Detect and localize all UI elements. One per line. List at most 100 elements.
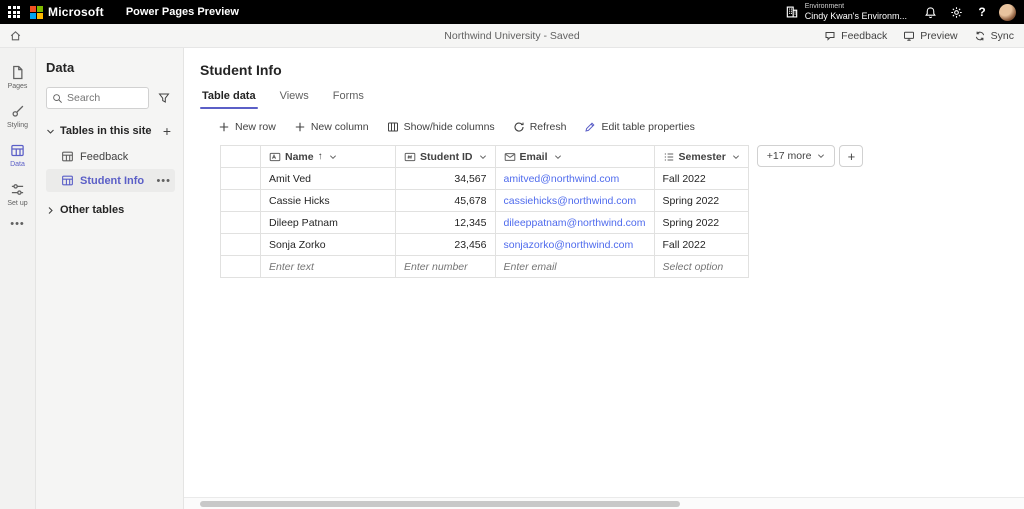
email-link[interactable]: amitved@northwind.com (504, 173, 620, 185)
more-actions-icon[interactable]: ••• (156, 175, 171, 187)
student-id-cell[interactable]: 12,345 (395, 211, 496, 234)
rail-item-label: Data (10, 161, 25, 168)
edit-table-properties-label: Edit table properties (601, 121, 695, 133)
tab-bar: Table data Views Forms (200, 87, 1024, 109)
tab-table-data[interactable]: Table data (200, 87, 258, 109)
column-header-student-id[interactable]: Student ID (395, 145, 496, 168)
edit-table-properties-button[interactable]: Edit table properties (584, 121, 695, 133)
row-selector-cell[interactable] (220, 255, 261, 278)
preview-button[interactable]: Preview (903, 30, 958, 42)
semester-cell[interactable]: Spring 2022 (653, 211, 749, 234)
student-id-placeholder-cell[interactable]: Enter number (395, 255, 496, 278)
sync-button[interactable]: Sync (974, 30, 1014, 42)
email-placeholder-cell[interactable]: Enter email (494, 255, 655, 278)
rail-item-setup[interactable]: Set up (0, 175, 35, 214)
main-panel: Student Info Table data Views Forms New … (184, 48, 1024, 509)
table-list-item-student-info[interactable]: Student Info ••• (46, 169, 175, 192)
student-id-cell[interactable]: 45,678 (395, 189, 496, 212)
new-row-placeholder[interactable]: Enter text Enter number Enter email Sele… (220, 255, 749, 278)
data-grid-wrapper: Name ↑ Student ID Email Semester Amit Ve… (220, 145, 1024, 278)
table-item-label: Student Info (80, 174, 145, 187)
command-bar: Northwind University - Saved Feedback Pr… (0, 24, 1024, 48)
email-link[interactable]: cassiehicks@northwind.com (504, 195, 637, 207)
table-row[interactable]: Dileep Patnam 12,345 dileeppatnam@northw… (220, 211, 749, 234)
add-column-button[interactable]: + (839, 145, 864, 167)
help-button[interactable]: ? (969, 0, 995, 24)
search-box (46, 87, 149, 109)
semester-cell[interactable]: Fall 2022 (653, 233, 749, 256)
refresh-button[interactable]: Refresh (513, 121, 566, 133)
plus-icon (294, 121, 306, 133)
rail-item-styling[interactable]: Styling (0, 97, 35, 136)
tables-section-header[interactable]: Tables in this site + (46, 123, 175, 139)
column-header-email[interactable]: Email (494, 145, 655, 168)
more-columns-button[interactable]: +17 more (756, 145, 836, 167)
new-row-button[interactable]: New row (218, 121, 276, 133)
notifications-button[interactable] (917, 0, 943, 24)
add-table-button[interactable]: + (159, 123, 175, 139)
settings-button[interactable] (943, 0, 969, 24)
rail-item-data[interactable]: Data (0, 136, 35, 175)
email-cell[interactable]: dileeppatnam@northwind.com (494, 211, 655, 234)
columns-icon (387, 121, 399, 133)
rail-item-pages[interactable]: Pages (0, 58, 35, 97)
rail-item-label: Set up (7, 200, 28, 207)
semester-cell[interactable]: Spring 2022 (653, 189, 749, 212)
email-link[interactable]: sonjazorko@northwind.com (504, 239, 634, 251)
user-avatar[interactable] (999, 3, 1016, 21)
show-hide-columns-button[interactable]: Show/hide columns (387, 121, 495, 133)
table-list-item-feedback[interactable]: Feedback (46, 145, 175, 168)
tab-forms[interactable]: Forms (331, 87, 366, 109)
scrollbar-thumb[interactable] (200, 501, 680, 507)
name-cell[interactable]: Dileep Patnam (260, 211, 396, 234)
table-row[interactable]: Cassie Hicks 45,678 cassiehicks@northwin… (220, 189, 749, 212)
search-input[interactable] (67, 92, 143, 104)
name-placeholder-cell[interactable]: Enter text (260, 255, 396, 278)
email-link[interactable]: dileeppatnam@northwind.com (504, 217, 646, 229)
feedback-button[interactable]: Feedback (824, 30, 887, 42)
column-header-name[interactable]: Name ↑ (260, 145, 396, 168)
environment-name: Cindy Kwan's Environm... (804, 10, 907, 21)
new-row-label: New row (235, 121, 276, 133)
row-selector-cell[interactable] (220, 167, 261, 190)
more-columns-cluster: +17 more + (756, 145, 864, 167)
home-button[interactable] (0, 24, 30, 48)
feedback-icon (824, 30, 836, 42)
email-cell[interactable]: cassiehicks@northwind.com (494, 189, 655, 212)
tab-views[interactable]: Views (278, 87, 311, 109)
column-header-semester[interactable]: Semester (653, 145, 749, 168)
student-id-cell[interactable]: 34,567 (395, 167, 496, 190)
show-hide-columns-label: Show/hide columns (403, 121, 495, 133)
name-cell[interactable]: Cassie Hicks (260, 189, 396, 212)
tables-list: Feedback Student Info ••• (46, 145, 175, 192)
other-tables-section-header[interactable]: Other tables (46, 204, 175, 216)
row-selector-cell[interactable] (220, 233, 261, 256)
name-cell[interactable]: Amit Ved (260, 167, 396, 190)
table-row[interactable]: Amit Ved 34,567 amitved@northwind.com Fa… (220, 167, 749, 190)
rail-item-label: Styling (6, 122, 28, 129)
student-id-cell[interactable]: 23,456 (395, 233, 496, 256)
row-selector-cell[interactable] (220, 211, 261, 234)
row-selector-header[interactable] (220, 145, 261, 168)
pencil-icon (584, 121, 596, 133)
semester-cell[interactable]: Fall 2022 (653, 167, 749, 190)
page-title: Student Info (200, 62, 282, 78)
name-cell[interactable]: Sonja Zorko (260, 233, 396, 256)
column-label: Semester (678, 150, 726, 163)
rail-more-button[interactable]: ••• (10, 218, 25, 230)
data-sidebar: Data Search Tables in this site + Feedba… (36, 48, 184, 509)
filter-button[interactable] (153, 87, 175, 109)
sync-icon (974, 30, 986, 42)
new-column-button[interactable]: New column (294, 121, 369, 133)
semester-placeholder-cell[interactable]: Select option (653, 255, 749, 278)
preview-icon (903, 30, 915, 42)
email-cell[interactable]: sonjazorko@northwind.com (494, 233, 655, 256)
horizontal-scrollbar[interactable] (184, 497, 1024, 509)
row-selector-cell[interactable] (220, 189, 261, 212)
table-row[interactable]: Sonja Zorko 23,456 sonjazorko@northwind.… (220, 233, 749, 256)
environment-picker[interactable]: Environment Cindy Kwan's Environm... (775, 0, 917, 24)
email-cell[interactable]: amitved@northwind.com (494, 167, 655, 190)
gear-icon (950, 6, 963, 19)
app-launcher-button[interactable] (0, 0, 28, 24)
plus-icon: + (847, 148, 856, 164)
